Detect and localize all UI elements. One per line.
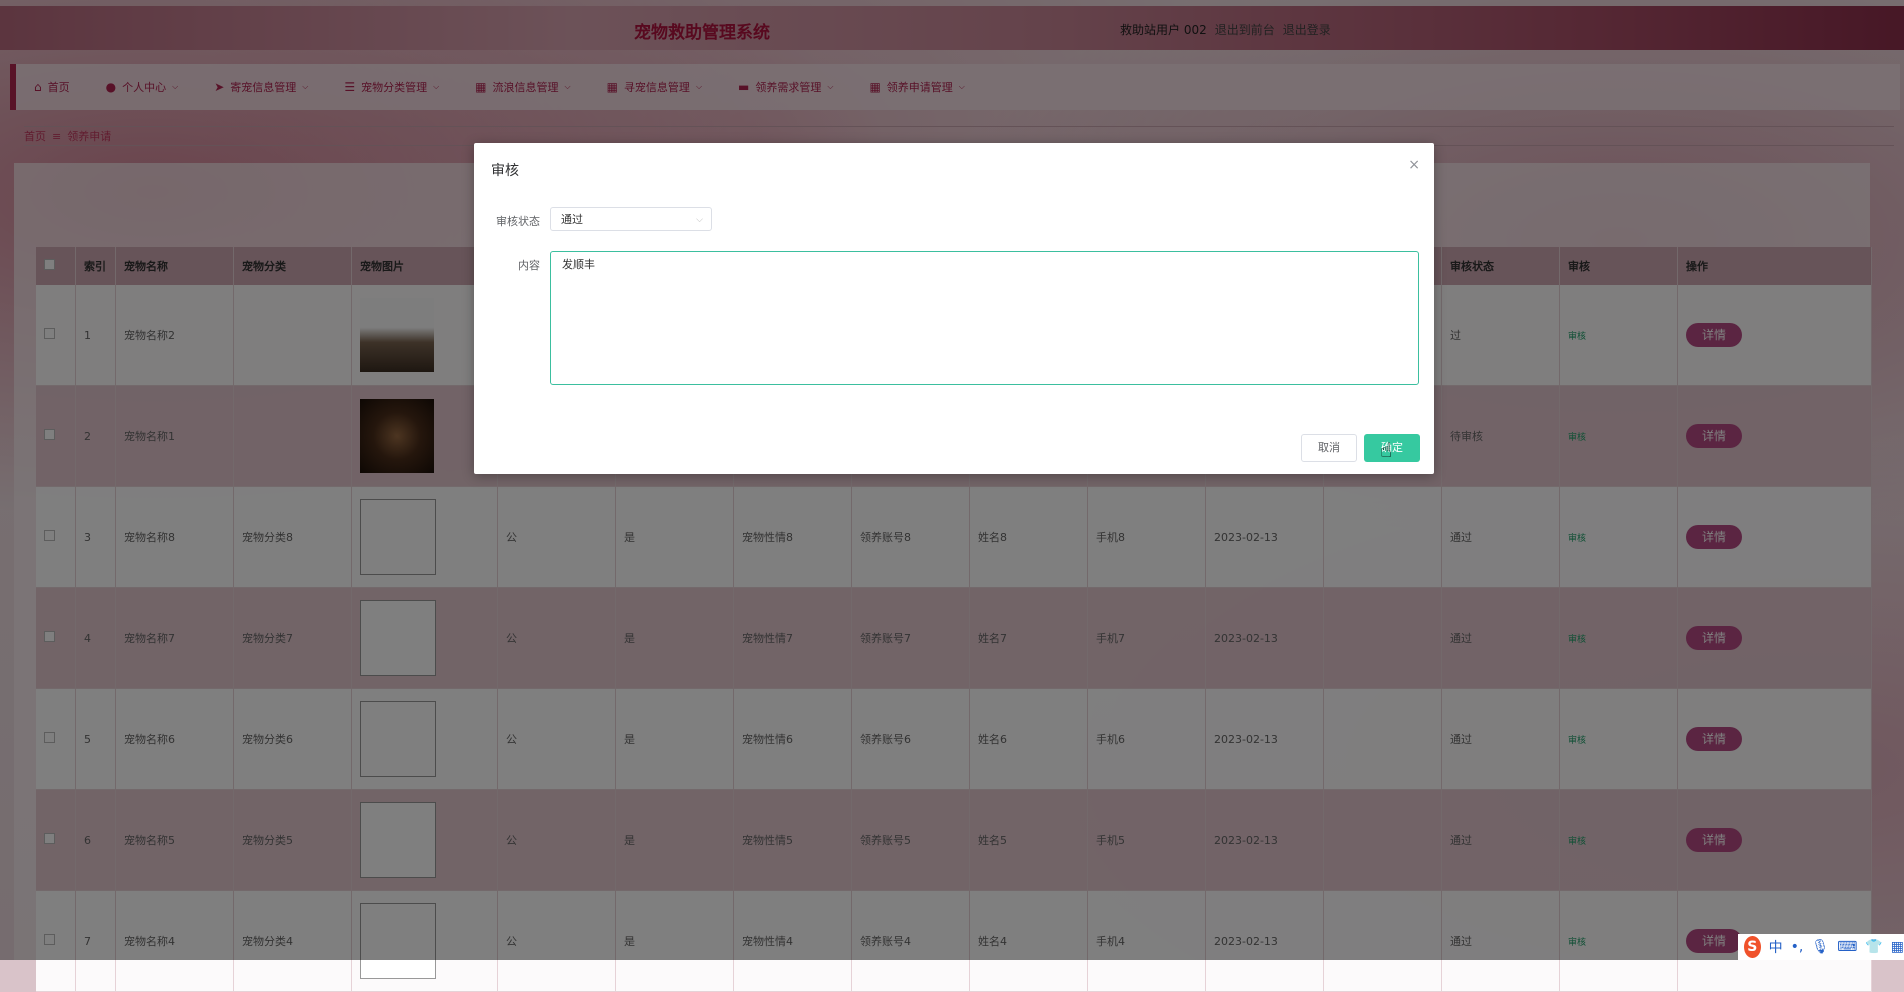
review-status-label: 审核状态 bbox=[496, 215, 540, 228]
microphone-icon[interactable]: 🎙 bbox=[1811, 939, 1829, 955]
grid-menu-icon[interactable]: ▦ bbox=[1891, 939, 1904, 955]
dialog-title: 审核 bbox=[491, 163, 519, 179]
ime-toolbar: S 中 •, 🎙 ⌨ 👕 ▦ bbox=[1738, 934, 1904, 960]
review-status-select[interactable]: 通过 ⌵ bbox=[550, 207, 712, 231]
content-textarea[interactable]: 发顺丰 bbox=[550, 251, 1419, 385]
review-status-value: 通过 bbox=[561, 213, 583, 226]
hand-cursor-icon: ☝ bbox=[1380, 438, 1393, 462]
skin-icon[interactable]: 👕 bbox=[1865, 939, 1882, 955]
keyboard-icon[interactable]: ⌨ bbox=[1837, 939, 1857, 955]
content-label: 内容 bbox=[518, 259, 540, 272]
sogou-logo-icon[interactable]: S bbox=[1744, 936, 1761, 958]
cancel-button[interactable]: 取消 bbox=[1301, 434, 1357, 462]
chevron-down-icon: ⌵ bbox=[696, 215, 703, 225]
ime-language[interactable]: 中 bbox=[1769, 937, 1783, 957]
close-icon[interactable]: × bbox=[1408, 157, 1420, 173]
ime-punctuation[interactable]: •, bbox=[1791, 939, 1804, 955]
review-dialog: 审核 × 审核状态 通过 ⌵ 内容 发顺丰 取消 确定 bbox=[474, 143, 1434, 474]
